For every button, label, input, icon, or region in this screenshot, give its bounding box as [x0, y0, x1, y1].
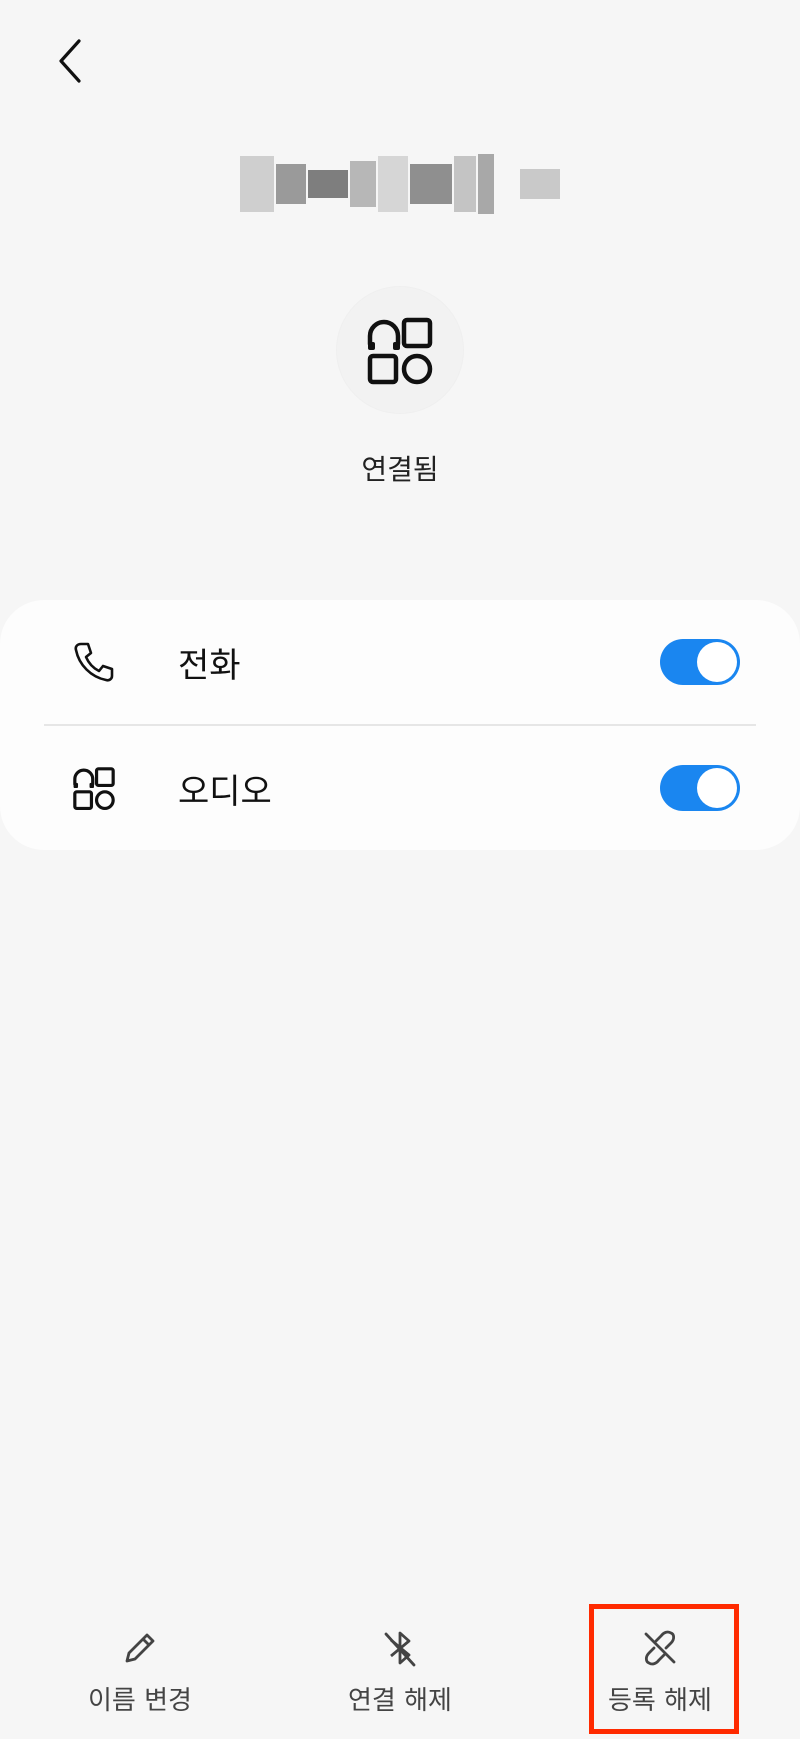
toggle-knob	[697, 642, 737, 682]
phone-icon	[68, 636, 120, 688]
profile-row-phone[interactable]: 전화	[0, 600, 800, 724]
highlight-box	[589, 1604, 739, 1734]
profile-label-phone: 전화	[178, 645, 241, 686]
connection-status: 연결됨	[361, 453, 439, 486]
back-button[interactable]	[48, 36, 92, 86]
audio-device-icon	[367, 317, 433, 385]
profile-list: 전화 오디오	[0, 600, 800, 850]
profile-row-audio[interactable]: 오디오	[0, 726, 800, 850]
rename-label: 이름 변경	[88, 1686, 192, 1716]
profile-label-audio: 오디오	[178, 771, 272, 812]
audio-toggle[interactable]	[660, 765, 740, 811]
toggle-knob	[697, 768, 737, 808]
chevron-left-icon	[59, 39, 81, 83]
disconnect-button[interactable]: 연결 해제	[300, 1600, 500, 1720]
rename-button[interactable]: 이름 변경	[40, 1600, 240, 1720]
device-name-redacted	[240, 152, 560, 216]
audio-device-icon	[68, 762, 120, 814]
disconnect-label: 연결 해제	[348, 1686, 452, 1716]
device-type-icon	[337, 287, 463, 413]
bluetooth-off-icon	[376, 1624, 424, 1672]
pencil-icon	[116, 1624, 164, 1672]
phone-toggle[interactable]	[660, 639, 740, 685]
